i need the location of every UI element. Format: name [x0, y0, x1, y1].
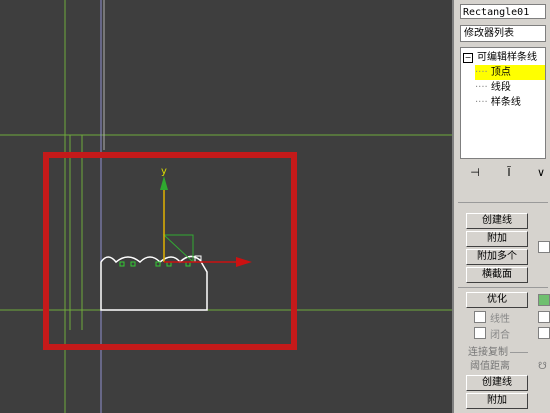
stack-sub-item-label: 顶点 [490, 67, 511, 78]
make-unique-icon[interactable]: ∨ [530, 166, 550, 180]
attach-multiple-button[interactable]: 附加多个 [466, 249, 528, 265]
selection-box [43, 152, 297, 350]
create-line-button[interactable]: 创建线 [466, 213, 528, 229]
object-name-field[interactable]: Rectangle01 [460, 4, 546, 19]
stack-sub-item-label: 样条线 [490, 97, 521, 108]
vertex-marker [130, 261, 136, 267]
command-panel: Rectangle01 修改器列表 − 可编辑样条线 ···· 顶点 ···· 线… [452, 0, 550, 413]
viewport[interactable]: y [0, 0, 452, 413]
gizmo-y-label: y [161, 166, 167, 177]
tree-connector-icon: ···· [475, 67, 491, 78]
tree-connector-icon: ···· [475, 97, 491, 108]
stack-toolbar: ⊣ Ĩ ∨ [460, 162, 550, 184]
modifier-stack[interactable]: − 可编辑样条线 ···· 顶点 ···· 线段 ···· 样条线 [460, 47, 546, 159]
spline-shape [100, 255, 208, 311]
rollout-divider [458, 202, 548, 203]
stack-sub-item-vertex[interactable]: ···· 顶点 [475, 65, 545, 80]
weld-icon[interactable]: ☋ [538, 360, 547, 374]
stack-sub-item-segment[interactable]: ···· 线段 [475, 80, 511, 95]
threshold-label: 阈值距离 [470, 361, 510, 372]
side-checkbox[interactable] [538, 327, 550, 341]
vertex-marker [119, 261, 125, 267]
pin-stack-icon[interactable]: ⊣ [464, 166, 486, 180]
connect-copy-group-label: 连接复制 [466, 346, 510, 360]
stack-sub-item-spline[interactable]: ···· 样条线 [475, 95, 521, 110]
side-checkbox[interactable] [538, 241, 550, 255]
show-end-result-icon[interactable]: Ĩ [498, 166, 520, 180]
attach-button-2[interactable]: 附加 [466, 393, 528, 409]
stack-root-label: 可编辑样条线 [477, 52, 537, 63]
gizmo-y-arrow [160, 176, 168, 190]
gizmo-x-arrow [236, 257, 252, 267]
viewport-canvas[interactable]: y [0, 0, 452, 413]
cross-section-button[interactable]: 横截面 [466, 267, 528, 283]
vertex-marker [155, 261, 161, 267]
linear-checkbox[interactable]: 线性 [474, 311, 510, 325]
collapse-icon[interactable]: − [463, 53, 473, 63]
closed-checkbox[interactable]: 闭合 [474, 327, 510, 341]
rollout-divider [458, 287, 548, 288]
optimize-button[interactable]: 优化 [466, 292, 528, 308]
create-line-button-2[interactable]: 创建线 [466, 375, 528, 391]
closed-label: 闭合 [490, 330, 510, 341]
modifier-list-dropdown[interactable]: 修改器列表 [460, 25, 546, 42]
side-checkbox[interactable] [538, 294, 550, 308]
attach-button[interactable]: 附加 [466, 231, 528, 247]
stack-sub-item-label: 线段 [490, 82, 511, 93]
tree-connector-icon: ···· [475, 82, 491, 93]
stack-root-item[interactable]: − 可编辑样条线 [463, 50, 537, 65]
linear-label: 线性 [490, 314, 510, 325]
side-checkbox[interactable] [538, 311, 550, 325]
